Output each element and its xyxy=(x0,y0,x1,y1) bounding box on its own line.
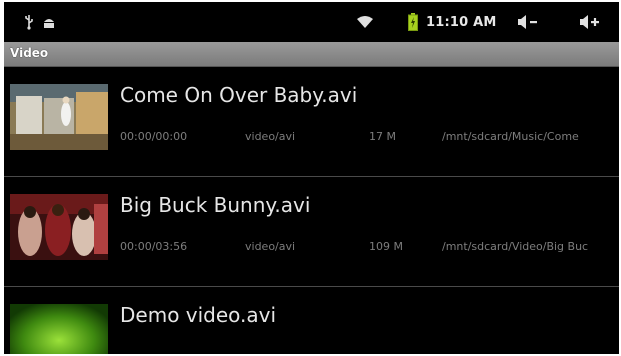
usb-icon xyxy=(24,2,34,42)
status-bar: 11:10 AM xyxy=(4,2,619,42)
list-item[interactable]: Come On Over Baby.avi 00:00/00:00 video/… xyxy=(4,67,619,177)
volume-down-icon[interactable] xyxy=(517,2,539,42)
wifi-icon xyxy=(356,2,374,42)
volume-up-icon[interactable] xyxy=(579,2,601,42)
video-title: Big Buck Bunny.avi xyxy=(120,193,311,217)
screen: 11:10 AM Video Come On Over Baby.avi 00:… xyxy=(4,2,619,354)
video-path: /mnt/sdcard/Music/Come xyxy=(442,130,579,143)
video-list: Come On Over Baby.avi 00:00/00:00 video/… xyxy=(4,67,619,354)
video-path: /mnt/sdcard/Video/Big Buc xyxy=(442,240,589,253)
android-icon xyxy=(42,2,56,42)
video-type: video/avi xyxy=(245,130,296,143)
video-duration: 00:00/03:56 xyxy=(120,240,188,253)
video-thumbnail xyxy=(10,84,108,150)
list-item[interactable]: Demo video.avi xyxy=(4,287,619,354)
list-item[interactable]: Big Buck Bunny.avi 00:00/03:56 video/avi… xyxy=(4,177,619,287)
section-title: Video xyxy=(10,46,49,60)
video-thumbnail xyxy=(10,194,108,260)
video-thumbnail xyxy=(10,304,108,354)
video-size: 109 M xyxy=(369,240,403,253)
video-duration: 00:00/00:00 xyxy=(120,130,188,143)
video-title: Come On Over Baby.avi xyxy=(120,83,358,107)
battery-charging-icon xyxy=(408,2,418,42)
video-title: Demo video.avi xyxy=(120,303,277,327)
video-size: 17 M xyxy=(369,130,396,143)
section-header: Video xyxy=(4,42,619,67)
video-type: video/avi xyxy=(245,240,296,253)
status-time: 11:10 AM xyxy=(426,14,497,30)
